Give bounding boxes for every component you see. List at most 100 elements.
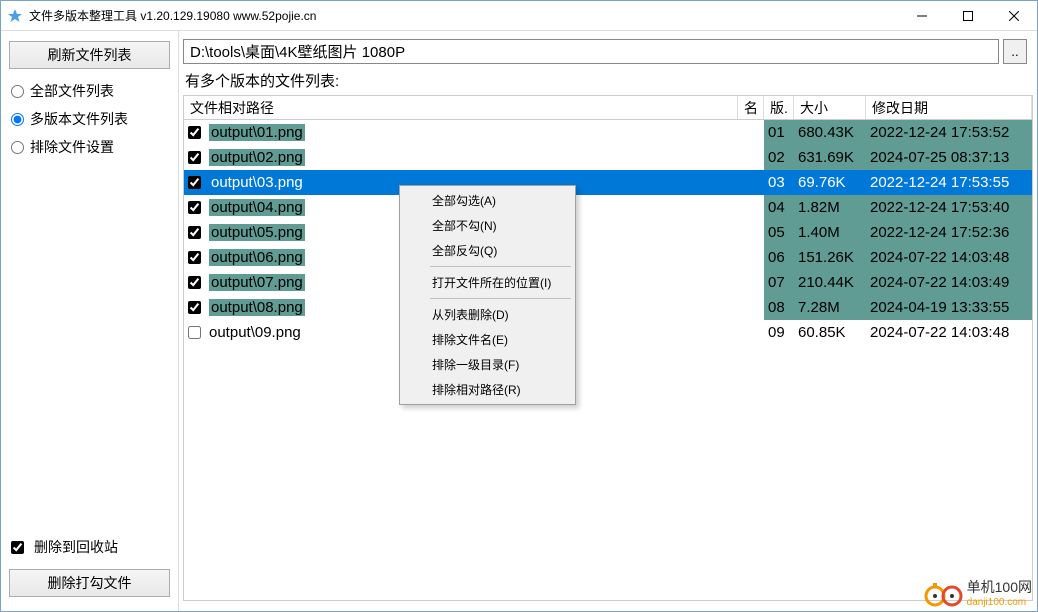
maximize-button[interactable] <box>945 1 991 31</box>
column-date[interactable]: 修改日期 <box>866 96 1032 119</box>
cell-date: 2024-04-19 13:33:55 <box>866 295 1032 320</box>
file-table: 文件相对路径 名 版. 大小 修改日期 output\01.png 01680.4… <box>183 95 1033 601</box>
brand-logo: 单机100网 danji100.com <box>923 577 1032 608</box>
table-row[interactable]: output\02.png 02631.69K2024-07-25 08:37:1… <box>184 145 1032 170</box>
row-path-text: output\05.png <box>209 224 305 241</box>
cell-size: 151.26K <box>794 245 866 270</box>
refresh-button[interactable]: 刷新文件列表 <box>9 41 170 69</box>
menu-separator <box>430 298 571 299</box>
cell-name <box>738 270 764 295</box>
cell-version: 08 <box>764 295 794 320</box>
menu-item[interactable]: 打开文件所在的位置(I) <box>402 270 573 295</box>
table-row[interactable]: output\06.png 06151.26K2024-07-22 14:03:4… <box>184 245 1032 270</box>
row-checkbox[interactable] <box>188 226 201 239</box>
row-path-text: output\03.png <box>209 174 305 191</box>
row-checkbox[interactable] <box>188 326 201 339</box>
cell-version: 06 <box>764 245 794 270</box>
main-panel: .. 有多个版本的文件列表: 文件相对路径 名 版. 大小 修改日期 outpu… <box>179 31 1037 611</box>
view-mode-label: 多版本文件列表 <box>30 109 128 129</box>
cell-size: 1.82M <box>794 195 866 220</box>
cell-date: 2022-12-24 17:52:36 <box>866 220 1032 245</box>
list-caption: 有多个版本的文件列表: <box>179 68 1037 93</box>
row-path-text: output\07.png <box>209 274 305 291</box>
table-row[interactable]: output\04.png041.82M2022-12-24 17:53:40 <box>184 195 1032 220</box>
cell-size: 210.44K <box>794 270 866 295</box>
view-mode-option[interactable]: 排除文件设置 <box>11 137 170 157</box>
row-checkbox[interactable] <box>188 201 201 214</box>
table-row[interactable]: output\08.png087.28M2024-04-19 13:33:55 <box>184 295 1032 320</box>
cell-date: 2024-07-22 14:03:48 <box>866 245 1032 270</box>
cell-size: 631.69K <box>794 145 866 170</box>
table-header: 文件相对路径 名 版. 大小 修改日期 <box>184 96 1032 120</box>
row-path-text: output\01.png <box>209 124 305 141</box>
sidebar: 刷新文件列表 全部文件列表多版本文件列表排除文件设置 删除到回收站 删除打勾文件 <box>1 31 179 611</box>
cell-version: 09 <box>764 320 794 345</box>
table-row[interactable]: output\09.png0960.85K2024-07-22 14:03:48 <box>184 320 1032 345</box>
column-name[interactable]: 名 <box>738 96 764 119</box>
row-checkbox[interactable] <box>188 251 201 264</box>
cell-version: 01 <box>764 120 794 145</box>
cell-date: 2022-12-24 17:53:52 <box>866 120 1032 145</box>
menu-item[interactable]: 排除一级目录(F) <box>402 352 573 377</box>
cell-size: 680.43K <box>794 120 866 145</box>
row-checkbox[interactable] <box>188 276 201 289</box>
row-path-text: output\06.png <box>209 249 305 266</box>
table-row[interactable]: output\05.png 051.40M2022-12-24 17:52:36 <box>184 220 1032 245</box>
cell-date: 2024-07-25 08:37:13 <box>866 145 1032 170</box>
menu-separator <box>430 266 571 267</box>
cell-name <box>738 170 764 195</box>
cell-date: 2024-07-22 14:03:49 <box>866 270 1032 295</box>
menu-item[interactable]: 全部勾选(A) <box>402 188 573 213</box>
path-input[interactable] <box>183 39 999 64</box>
delete-checked-button[interactable]: 删除打勾文件 <box>9 569 170 597</box>
cell-date: 2022-12-24 17:53:55 <box>866 170 1032 195</box>
column-size[interactable]: 大小 <box>794 96 866 119</box>
cell-version: 02 <box>764 145 794 170</box>
row-checkbox[interactable] <box>188 176 201 189</box>
cell-name <box>738 145 764 170</box>
view-mode-option[interactable]: 多版本文件列表 <box>11 109 170 129</box>
menu-item[interactable]: 排除文件名(E) <box>402 327 573 352</box>
menu-item[interactable]: 排除相对路径(R) <box>402 377 573 402</box>
table-row[interactable]: output\07.png 07210.44K2024-07-22 14:03:4… <box>184 270 1032 295</box>
cell-version: 05 <box>764 220 794 245</box>
cell-name <box>738 320 764 345</box>
window-title: 文件多版本整理工具 v1.20.129.19080 www.52pojie.cn <box>29 7 899 24</box>
view-mode-radio[interactable] <box>11 141 24 154</box>
cell-name <box>738 295 764 320</box>
view-mode-radio[interactable] <box>11 85 24 98</box>
table-row[interactable]: output\03.png 0369.76K2022-12-24 17:53:55 <box>184 170 1032 195</box>
cell-date: 2022-12-24 17:53:40 <box>866 195 1032 220</box>
menu-item[interactable]: 全部不勾(N) <box>402 213 573 238</box>
table-row[interactable]: output\01.png 01680.43K2022-12-24 17:53:5… <box>184 120 1032 145</box>
context-menu: 全部勾选(A)全部不勾(N)全部反勾(Q) 打开文件所在的位置(I) 从列表删除(D… <box>399 185 576 405</box>
column-version[interactable]: 版. <box>764 96 794 119</box>
row-path-text: output\08.png <box>209 299 305 316</box>
view-mode-radio[interactable] <box>11 113 24 126</box>
column-path[interactable]: 文件相对路径 <box>184 96 738 119</box>
path-row: .. <box>179 31 1037 68</box>
view-mode-label: 全部文件列表 <box>30 81 114 101</box>
menu-item[interactable]: 从列表删除(D) <box>402 302 573 327</box>
view-mode-option[interactable]: 全部文件列表 <box>11 81 170 101</box>
minimize-button[interactable] <box>899 1 945 31</box>
cell-path: output\02.png <box>184 145 738 170</box>
cell-version: 03 <box>764 170 794 195</box>
menu-item[interactable]: 全部反勾(Q) <box>402 238 573 263</box>
browse-button[interactable]: .. <box>1003 39 1027 64</box>
cell-size: 1.40M <box>794 220 866 245</box>
brand-sub: danji100.com <box>967 597 1032 608</box>
cell-name <box>738 120 764 145</box>
recycle-bin-check[interactable]: 删除到回收站 <box>11 537 168 557</box>
row-checkbox[interactable] <box>188 301 201 314</box>
cell-size: 69.76K <box>794 170 866 195</box>
view-mode-radio-group: 全部文件列表多版本文件列表排除文件设置 <box>9 81 170 157</box>
row-checkbox[interactable] <box>188 151 201 164</box>
close-button[interactable] <box>991 1 1037 31</box>
recycle-bin-checkbox[interactable] <box>11 541 24 554</box>
window-controls <box>899 1 1037 31</box>
cell-name <box>738 195 764 220</box>
row-checkbox[interactable] <box>188 126 201 139</box>
brand-name: 单机100网 <box>967 577 1032 597</box>
cell-version: 07 <box>764 270 794 295</box>
